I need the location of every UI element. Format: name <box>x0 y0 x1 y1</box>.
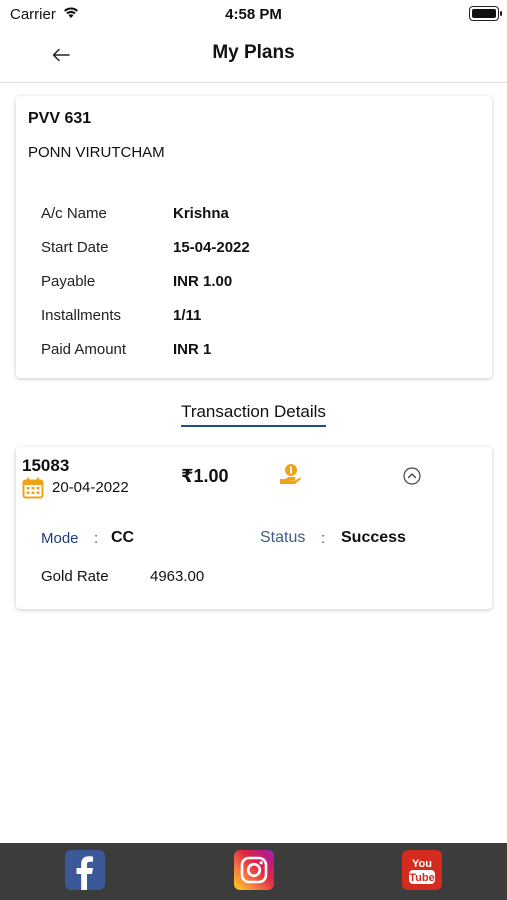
facebook-icon[interactable] <box>65 850 105 890</box>
plan-card: PVV 631 PONN VIRUTCHAM A/c Name Krishna … <box>16 96 492 378</box>
plan-row-paid-amount: Paid Amount INR 1 <box>41 333 461 367</box>
transaction-details-heading: Transaction Details <box>0 402 507 427</box>
plan-details: A/c Name Krishna Start Date 15-04-2022 P… <box>41 196 461 367</box>
plan-row-value: Krishna <box>173 204 229 222</box>
plan-row-label: Payable <box>41 272 96 290</box>
status-bar: Carrier 4:58 PM <box>0 0 507 28</box>
plan-row-label: Start Date <box>41 238 109 256</box>
clock: 4:58 PM <box>225 6 282 23</box>
battery-icon <box>469 6 502 21</box>
gold-rate-value: 4963.00 <box>150 568 205 585</box>
calendar-icon <box>22 477 44 504</box>
gold-rate-label: Gold Rate <box>41 568 109 585</box>
coin-hand-icon <box>278 463 302 492</box>
plan-row-account-name: A/c Name Krishna <box>41 196 461 230</box>
plan-row-start-date: Start Date 15-04-2022 <box>41 230 461 264</box>
mode-label: Mode <box>41 530 79 547</box>
page-title: My Plans <box>212 42 295 63</box>
plan-row-value: INR 1.00 <box>173 272 233 290</box>
transaction-card[interactable]: 15083 20-04-2022 ₹1.00 Mode : CC Status … <box>16 447 492 609</box>
transaction-details-title: Transaction Details <box>181 402 326 427</box>
plan-row-label: Paid Amount <box>41 341 127 359</box>
status-value: Success <box>341 529 406 546</box>
status-label: Status <box>260 529 306 546</box>
youtube-tube-text: Tube <box>409 872 434 884</box>
plan-row-label: A/c Name <box>41 204 107 222</box>
plan-row-value: 1/11 <box>173 307 202 325</box>
app-header: My Plans <box>0 28 507 83</box>
youtube-you-text: You <box>412 858 432 870</box>
transaction-id: 15083 <box>22 456 70 475</box>
plan-code: PVV 631 <box>28 110 92 127</box>
social-footer: You Tube <box>0 843 507 900</box>
transaction-date: 20-04-2022 <box>52 479 129 496</box>
plan-row-value: INR 1 <box>173 341 212 359</box>
mode-value: CC <box>111 529 135 546</box>
instagram-icon[interactable] <box>234 850 274 890</box>
status-separator: : <box>321 530 326 547</box>
youtube-icon[interactable]: You Tube <box>402 850 442 890</box>
plan-name: PONN VIRUTCHAM <box>28 144 165 161</box>
plan-row-value: 15-04-2022 <box>173 238 250 256</box>
plan-row-payable: Payable INR 1.00 <box>41 264 461 298</box>
transaction-amount: ₹1.00 <box>181 466 229 486</box>
collapse-chevron-up-icon[interactable] <box>402 466 422 486</box>
plan-row-installments: Installments 1/11 <box>41 299 461 333</box>
mode-separator: : <box>94 530 99 547</box>
plan-row-label: Installments <box>41 307 122 325</box>
